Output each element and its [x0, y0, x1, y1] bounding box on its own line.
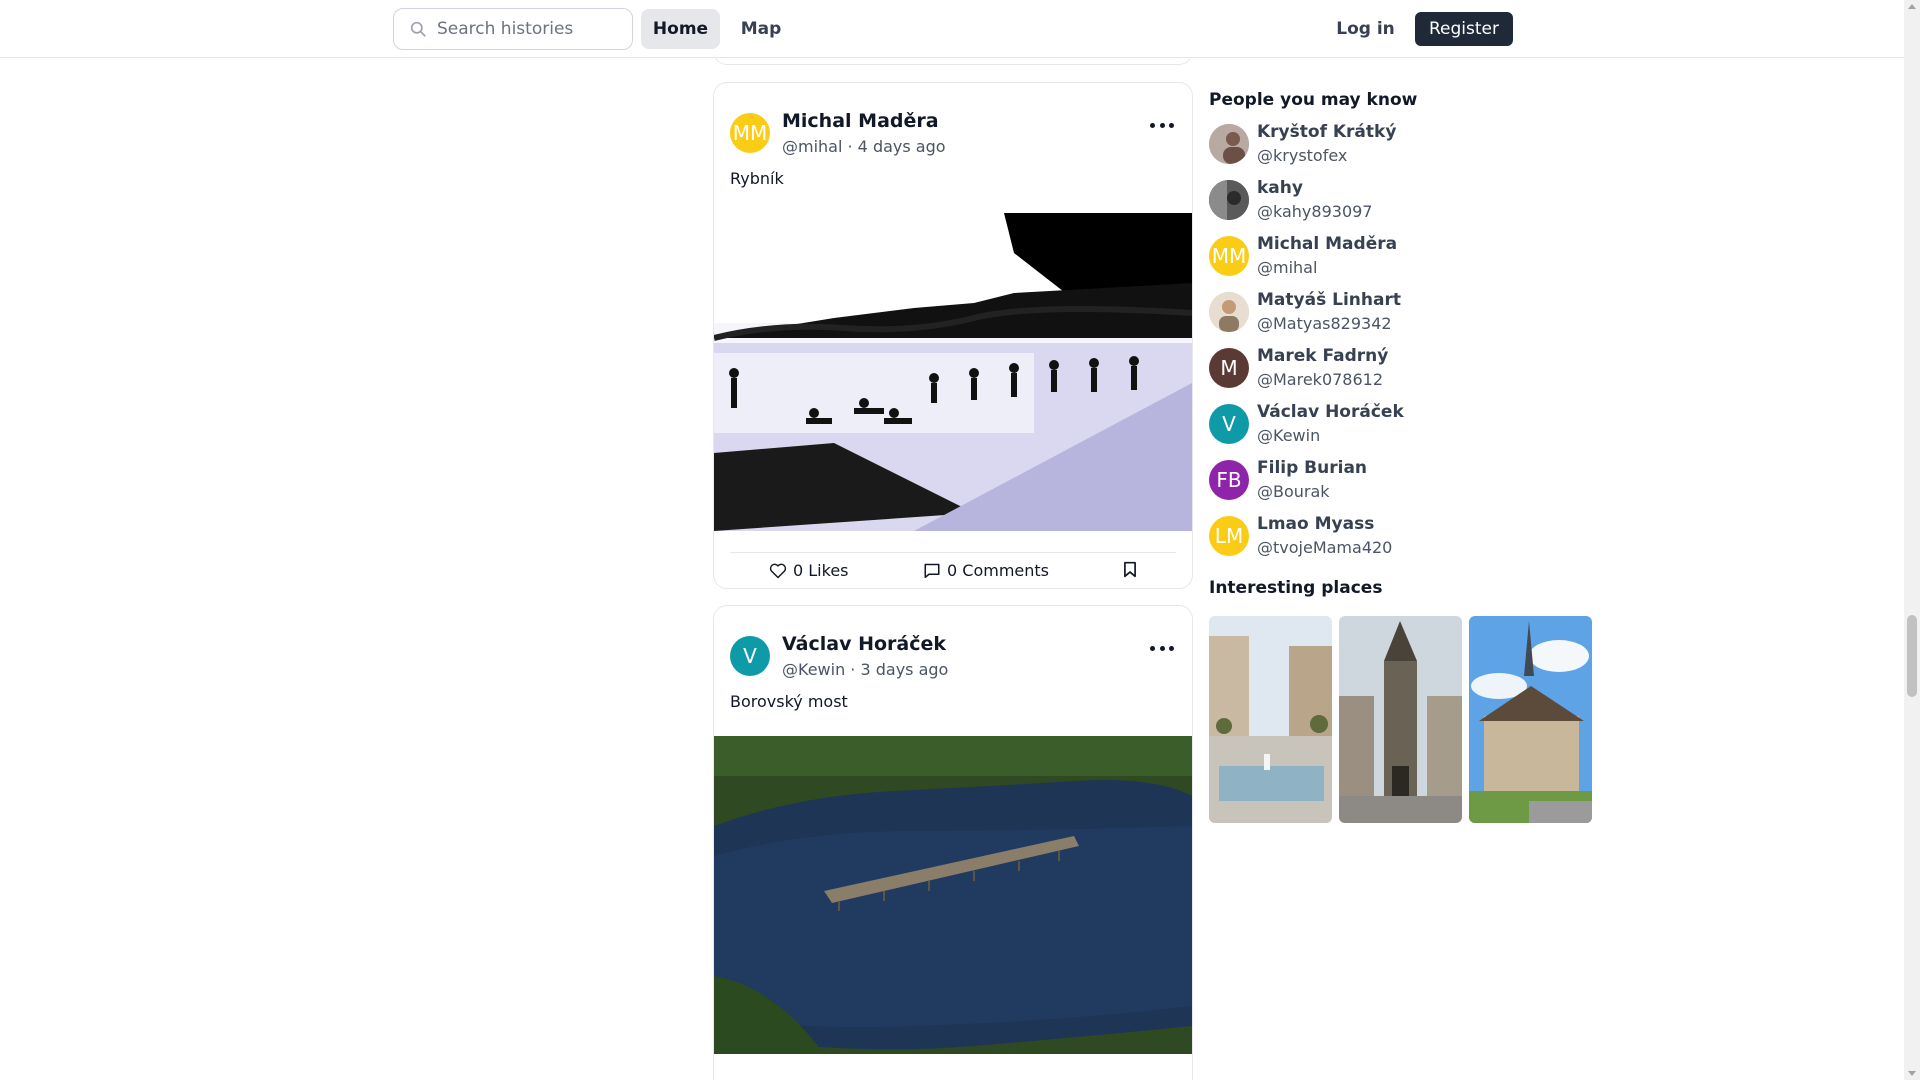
person-handle: @Bourak: [1257, 482, 1330, 501]
search-input[interactable]: Search histories: [393, 8, 633, 50]
avatar[interactable]: M: [1209, 348, 1249, 388]
person-item[interactable]: M Marek Fadrný @Marek078612: [1209, 346, 1469, 390]
comment-icon: [924, 563, 940, 578]
scroll-down-arrow-icon[interactable]: [1908, 1071, 1916, 1076]
person-handle: @mihal: [1257, 258, 1318, 277]
people-heading: People you may know: [1209, 90, 1418, 110]
person-item[interactable]: Kryštof Krátký @krystofex: [1209, 122, 1469, 166]
person-name[interactable]: Kryštof Krátký: [1257, 122, 1396, 142]
places-heading: Interesting places: [1209, 578, 1383, 598]
person-item[interactable]: V Václav Horáček @Kewin: [1209, 402, 1469, 446]
avatar[interactable]: V: [1209, 404, 1249, 444]
login-button[interactable]: Log in: [1328, 9, 1403, 49]
post-text: Borovský most: [730, 692, 848, 711]
avatar[interactable]: [1209, 292, 1249, 332]
comment-button[interactable]: 0 Comments: [923, 561, 1049, 580]
post-image-pond[interactable]: [714, 213, 1192, 531]
person-name[interactable]: Václav Horáček: [1257, 402, 1404, 422]
bookmark-button[interactable]: [1123, 561, 1143, 578]
post-card: V Václav Horáček @Kewin · 3 days ago Bor…: [713, 605, 1193, 1080]
person-name[interactable]: Matyáš Linhart: [1257, 290, 1401, 310]
post-text: Rybník: [730, 169, 784, 188]
post-author-name[interactable]: Michal Maděra: [782, 110, 939, 132]
page-scrollbar[interactable]: [1904, 0, 1920, 1080]
avatar[interactable]: LM: [1209, 516, 1249, 556]
person-item[interactable]: kahy @kahy893097: [1209, 178, 1469, 222]
person-handle: @Marek078612: [1257, 370, 1384, 389]
person-handle: @Matyas829342: [1257, 314, 1392, 333]
post-meta: @Kewin · 3 days ago: [782, 660, 949, 679]
nav-map-button[interactable]: Map: [731, 9, 791, 49]
avatar[interactable]: MM: [1209, 236, 1249, 276]
top-navbar: Search histories Home Map Log in Registe…: [0, 0, 1904, 58]
avatar[interactable]: MM: [730, 113, 770, 153]
person-handle: @tvojeMama420: [1257, 538, 1393, 557]
person-handle: @Kewin: [1257, 426, 1321, 445]
person-name[interactable]: Michal Maděra: [1257, 234, 1397, 254]
more-options-icon[interactable]: [1150, 119, 1174, 131]
place-image-tower[interactable]: [1339, 616, 1462, 823]
person-handle: @krystofex: [1257, 146, 1348, 165]
person-item[interactable]: FB Filip Burian @Bourak: [1209, 458, 1469, 502]
register-button[interactable]: Register: [1415, 12, 1513, 46]
person-name[interactable]: Marek Fadrný: [1257, 346, 1388, 366]
person-item[interactable]: Matyáš Linhart @Matyas829342: [1209, 290, 1469, 334]
place-image-square[interactable]: [1209, 616, 1332, 823]
person-handle: @kahy893097: [1257, 202, 1373, 221]
scroll-up-arrow-icon[interactable]: [1908, 4, 1916, 9]
more-options-icon[interactable]: [1150, 642, 1174, 654]
person-item[interactable]: LM Lmao Myass @tvojeMama420: [1209, 514, 1469, 558]
avatar[interactable]: [1209, 180, 1249, 220]
person-item[interactable]: MM Michal Maděra @mihal: [1209, 234, 1469, 278]
avatar[interactable]: [1209, 124, 1249, 164]
likes-count: 0 Likes: [793, 561, 849, 580]
post-author-name[interactable]: Václav Horáček: [782, 633, 946, 655]
avatar[interactable]: V: [730, 636, 770, 676]
post-actions-bar: 0 Likes 0 Comments: [730, 552, 1176, 588]
post-image-bridge[interactable]: [714, 736, 1192, 1054]
place-image-church[interactable]: [1469, 616, 1592, 823]
person-name[interactable]: Filip Burian: [1257, 458, 1367, 478]
nav-home-button[interactable]: Home: [641, 9, 720, 49]
like-button[interactable]: 0 Likes: [769, 561, 849, 580]
comments-count: 0 Comments: [947, 561, 1049, 580]
scroll-thumb[interactable]: [1907, 615, 1917, 697]
post-meta: @mihal · 4 days ago: [782, 137, 946, 156]
avatar[interactable]: FB: [1209, 460, 1249, 500]
search-placeholder: Search histories: [437, 19, 574, 39]
post-card: MM Michal Maděra @mihal · 4 days ago Ryb…: [713, 82, 1193, 589]
heart-icon: [769, 563, 787, 578]
person-name[interactable]: Lmao Myass: [1257, 514, 1374, 534]
search-icon: [410, 21, 426, 37]
bookmark-icon: [1124, 561, 1136, 578]
person-name[interactable]: kahy: [1257, 178, 1303, 198]
